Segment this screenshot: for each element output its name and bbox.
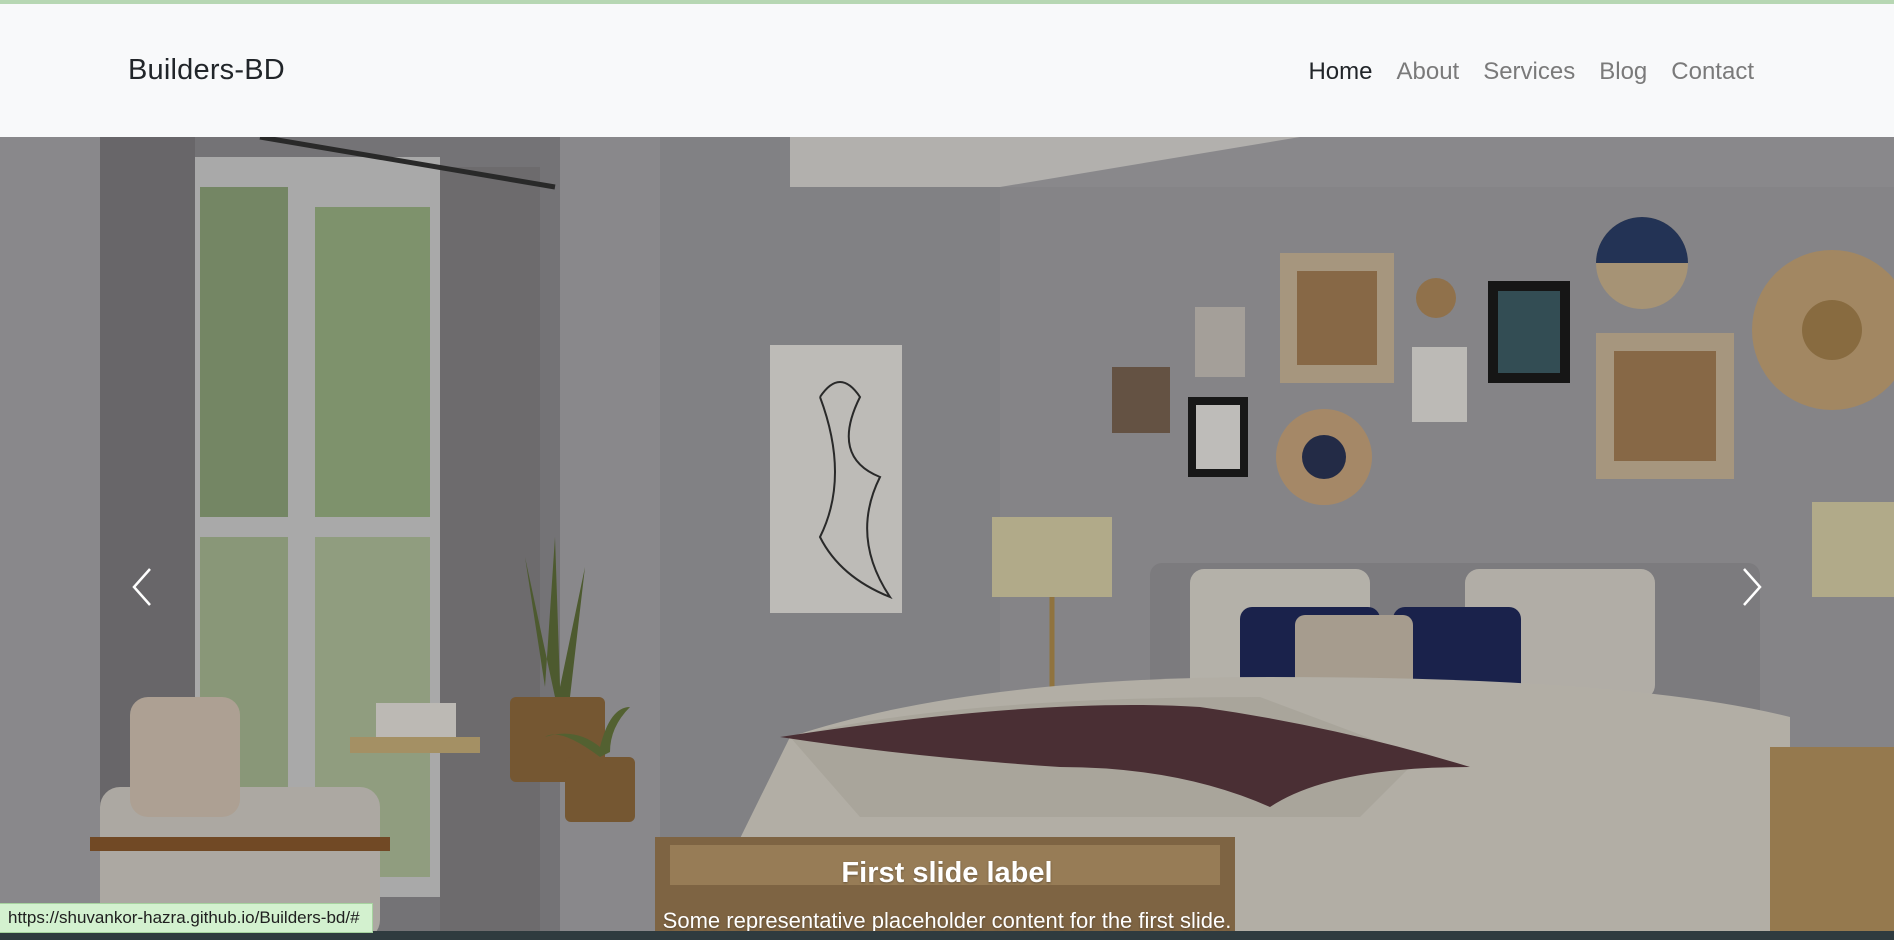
- chevron-right-icon: [1743, 568, 1762, 606]
- slide-dim-overlay: [0, 137, 1894, 940]
- carousel-prev-button[interactable]: [122, 557, 162, 617]
- slide-caption: First slide label Some representative pl…: [547, 857, 1347, 934]
- nav-link-contact[interactable]: Contact: [1671, 58, 1754, 86]
- nav-link-blog[interactable]: Blog: [1599, 58, 1647, 86]
- navbar: Builders-BD Home About Services Blog Con…: [0, 4, 1894, 138]
- carousel-next-button[interactable]: [1732, 557, 1772, 617]
- nav-links: Home About Services Blog Contact: [1308, 58, 1754, 86]
- slide-title: First slide label: [841, 857, 1053, 889]
- brand-link[interactable]: Builders-BD: [128, 54, 285, 87]
- nav-link-services[interactable]: Services: [1483, 58, 1575, 86]
- status-bar-url: https://shuvankor-hazra.github.io/Builde…: [0, 903, 373, 933]
- nav-link-home[interactable]: Home: [1308, 58, 1372, 86]
- nav-link-about[interactable]: About: [1396, 58, 1459, 86]
- chevron-left-icon: [132, 568, 151, 606]
- hero-carousel: First slide label Some representative pl…: [0, 137, 1894, 940]
